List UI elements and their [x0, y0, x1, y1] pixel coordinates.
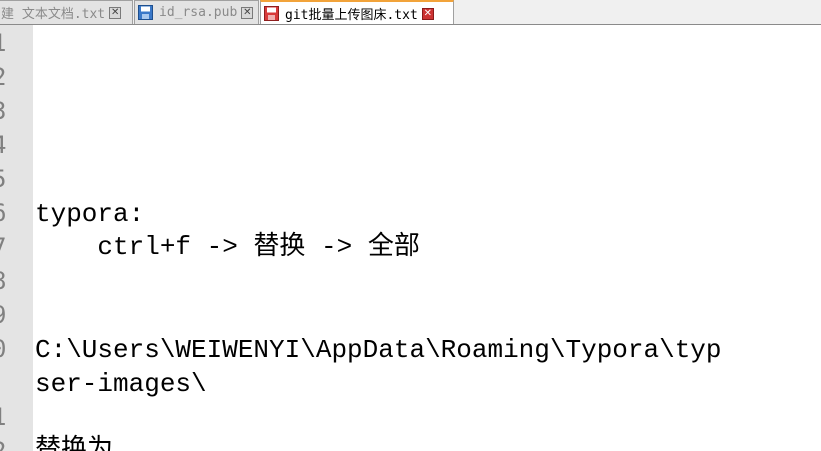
code-line: typora: — [35, 199, 145, 229]
line-number: 0 — [0, 332, 30, 366]
code-line: ser-images\ — [35, 369, 207, 399]
code-line: ctrl+f -> 替换 -> 全部 — [35, 232, 420, 262]
line-number: 2 — [0, 434, 30, 451]
tab-label: git批量上传图床.txt — [285, 8, 418, 23]
tab-bar: 建 文本文档.txt ✕ id_rsa.pub ✕ git批量上传图床.txt … — [0, 0, 821, 25]
line-number: 9 — [0, 298, 30, 332]
line-number: 7 — [0, 230, 30, 264]
line-number: 4 — [0, 128, 30, 162]
line-number: 5 — [0, 162, 30, 196]
line-number: 3 — [0, 94, 30, 128]
close-icon[interactable]: ✕ — [421, 7, 434, 20]
line-number: 1 — [0, 26, 30, 60]
save-icon — [138, 5, 153, 20]
tab-label: id_rsa.pub — [159, 5, 238, 20]
close-icon[interactable]: ✕ — [241, 6, 254, 19]
line-number: 1 — [0, 400, 30, 434]
line-number: 8 — [0, 264, 30, 298]
tab-git-upload-txt[interactable]: git批量上传图床.txt ✕ — [260, 0, 454, 24]
line-number: 2 — [0, 60, 30, 94]
code-line: C:\Users\WEIWENYI\AppData\Roaming\Typora… — [35, 335, 722, 365]
tab-id-rsa-pub[interactable]: id_rsa.pub ✕ — [134, 0, 259, 24]
tab-label: 建 文本文档.txt — [1, 7, 106, 22]
line-number-gutter: 1 2 3 4 5 6 7 8 9 0 1 2 — [0, 25, 33, 451]
text-editor[interactable]: 1 2 3 4 5 6 7 8 9 0 1 2 typora: ctrl+f -… — [0, 25, 821, 451]
save-icon-red — [264, 6, 279, 21]
line-number: 6 — [0, 196, 30, 230]
tab-new-text-document[interactable]: 建 文本文档.txt ✕ — [0, 0, 133, 24]
code-line: 替换为 — [35, 435, 114, 451]
close-icon[interactable]: ✕ — [109, 6, 122, 19]
